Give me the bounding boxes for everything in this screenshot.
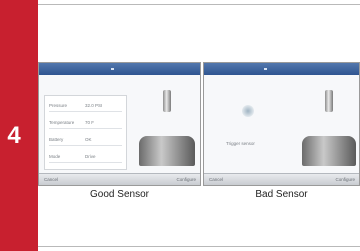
window-body: Trigger sensor xyxy=(204,75,359,173)
cancel-button[interactable]: Cancel xyxy=(44,177,58,182)
window-titlebar xyxy=(204,63,359,75)
cancel-button[interactable]: Cancel xyxy=(209,177,223,182)
step-number: 4 xyxy=(7,122,21,149)
reading-label: Mode xyxy=(49,154,61,159)
good-sensor-caption: Good Sensor xyxy=(90,189,149,200)
configure-button[interactable]: Configure xyxy=(335,177,355,182)
sensor-status-text: Trigger sensor xyxy=(226,141,255,146)
reading-row: Temperature 70 F xyxy=(49,119,122,129)
reading-value: 32.0 PSI xyxy=(85,103,103,108)
window-footer: Cancel Configure xyxy=(204,173,359,185)
reading-row: Battery OK xyxy=(49,136,122,146)
step-sidebar: 4 xyxy=(0,0,38,251)
reading-label: Temperature xyxy=(49,120,75,125)
good-sensor-screenshot: Pressure 32.0 PSI Temperature 70 F Batte… xyxy=(38,62,201,186)
window-titlebar xyxy=(39,63,200,75)
reading-value: 70 F xyxy=(85,120,95,125)
reading-label: Pressure xyxy=(49,103,68,108)
bad-sensor-screenshot: Trigger sensor Cancel Configure xyxy=(203,62,360,186)
reading-row: Mode Drive xyxy=(49,153,122,163)
sensor-readings-box: Pressure 32.0 PSI Temperature 70 F Batte… xyxy=(44,95,127,170)
reading-value: OK xyxy=(85,137,92,142)
configure-button[interactable]: Configure xyxy=(176,177,196,182)
window-body: Pressure 32.0 PSI Temperature 70 F Batte… xyxy=(39,75,200,173)
frame-bottom-divider xyxy=(38,246,360,247)
tpms-sensor-image xyxy=(302,90,356,166)
window-footer: Cancel Configure xyxy=(39,173,200,185)
reading-value: Drive xyxy=(85,154,96,159)
frame-top-divider xyxy=(38,4,360,5)
reading-row: Pressure 32.0 PSI xyxy=(49,102,122,112)
reading-label: Battery xyxy=(49,137,64,142)
bad-sensor-caption: Bad Sensor xyxy=(255,189,308,200)
tpms-sensor-image xyxy=(139,90,195,166)
no-signal-icon xyxy=(242,105,254,117)
